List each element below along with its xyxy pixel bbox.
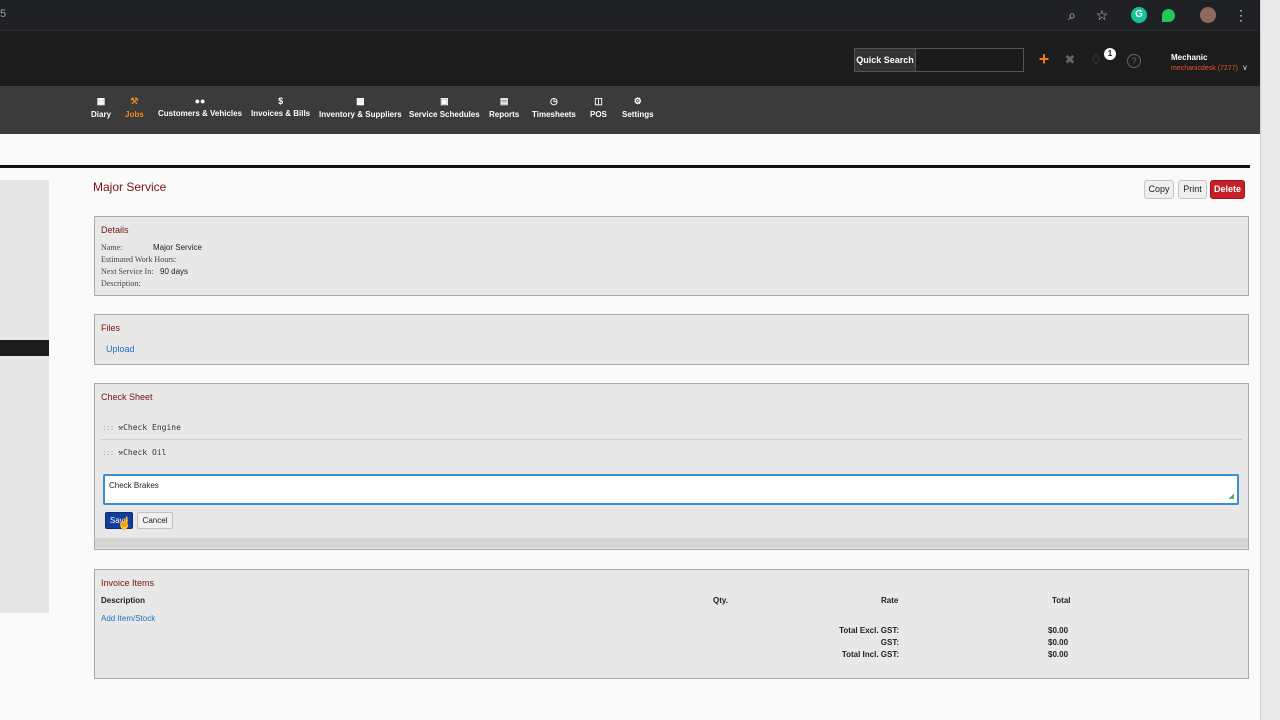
inventory-icon: ▩ <box>356 96 365 106</box>
gst-label: GST: <box>880 638 899 647</box>
nav-item-diary[interactable]: ▦ Diary <box>91 96 111 119</box>
gear-icon: ⚙ <box>633 96 642 106</box>
pointer-cursor-icon: ☝ <box>117 516 132 530</box>
details-title: Details <box>101 225 129 235</box>
profile-avatar-icon[interactable] <box>1200 7 1216 23</box>
nav-item-customers-vehicles[interactable]: ●● Customers & Vehicles <box>158 96 242 118</box>
files-panel: Files Upload <box>94 314 1249 365</box>
total-incl-gst-value: $0.00 <box>1048 650 1069 659</box>
nav-item-jobs[interactable]: ⚒ Jobs <box>125 96 144 119</box>
name-value: Major Service <box>153 243 202 252</box>
calendar-icon: ▦ <box>96 96 106 106</box>
nav-item-invoices-bills[interactable]: $ Invoices & Bills <box>251 96 310 118</box>
nav-item-inventory-suppliers[interactable]: ▩ Inventory & Suppliers <box>319 96 402 119</box>
wrench-icon: ⚒ <box>130 96 139 106</box>
quick-search-input[interactable] <box>916 48 1024 72</box>
add-new-icon[interactable]: + <box>1036 50 1052 68</box>
hours-label: Estimated Work Hours: <box>101 255 177 264</box>
add-item-link[interactable]: Add Item/Stock <box>101 614 155 623</box>
tab-fragment: 5 <box>0 8 7 20</box>
nav-item-label: Diary <box>91 110 112 119</box>
nav-item-settings[interactable]: ⚙ Settings <box>622 96 654 119</box>
upload-link[interactable]: Upload <box>106 344 135 354</box>
nav-item-label: Invoices & Bills <box>251 109 311 118</box>
total-incl-gst-label: Total Incl. GST: <box>841 650 899 659</box>
next-service-value: 90 days <box>160 267 189 276</box>
rate-column-header: Rate <box>881 596 899 605</box>
next-service-label: Next Service In: <box>101 267 154 276</box>
clock-icon: ◷ <box>550 96 558 106</box>
delete-button[interactable]: Delete <box>1210 180 1245 199</box>
total-excl-gst-value: $0.00 <box>1048 626 1069 635</box>
users-icon: ●● <box>194 96 206 106</box>
browser-toolbar: 5 ⌕ ☆ G ⋮ <box>0 0 1260 30</box>
nav-item-label: Timesheets <box>532 110 576 119</box>
nav-item-label: Settings <box>622 110 654 119</box>
description-column-header: Description <box>101 596 146 605</box>
invoice-items-title: Invoice Items <box>101 578 155 588</box>
total-excl-gst-label: Total Excl. GST: <box>839 626 899 635</box>
green-leaf-extension-icon[interactable] <box>1162 9 1175 22</box>
grammarly-extension-icon[interactable]: G <box>1131 7 1147 23</box>
tools-icon[interactable]: ✖ <box>1062 52 1078 68</box>
main-nav: ▦ Diary ⚒ Jobs ●● Customers & Vehicles $… <box>0 86 1260 134</box>
quick-search-label[interactable]: Quick Search <box>854 48 916 72</box>
dollar-icon: $ <box>278 96 284 106</box>
nav-item-label: Reports <box>489 110 520 119</box>
divider <box>0 165 1250 168</box>
search-icon[interactable]: ⌕ <box>1064 7 1080 23</box>
drag-handle-icon[interactable]: ::: <box>102 423 114 432</box>
chevron-down-icon[interactable]: ∨ <box>1242 63 1248 72</box>
nav-item-label: Inventory & Suppliers <box>319 110 402 119</box>
check-item[interactable]: ::: ⚒Check Oil <box>102 448 166 457</box>
check-sheet-title: Check Sheet <box>101 392 153 402</box>
nav-item-pos[interactable]: ◫ POS <box>590 96 607 119</box>
nav-item-label: Service Schedules <box>409 110 480 119</box>
copy-button[interactable]: Copy <box>1144 180 1174 199</box>
window-scrollbar[interactable] <box>1260 0 1280 720</box>
calendar-check-icon: ▣ <box>440 96 449 106</box>
page-title: Major Service <box>93 180 167 194</box>
check-item-label: Check Engine <box>123 423 181 432</box>
user-name[interactable]: Mechanic <box>1171 53 1207 62</box>
nav-item-label: Jobs <box>125 110 144 119</box>
store-icon: ◫ <box>594 96 603 106</box>
details-panel: Details Name: Major Service Estimated Wo… <box>94 216 1249 296</box>
new-check-item-text: Check Brakes <box>109 481 159 490</box>
star-icon[interactable]: ☆ <box>1094 7 1110 23</box>
nav-item-label: Customers & Vehicles <box>158 109 243 118</box>
nav-item-reports[interactable]: ▤ Reports <box>489 96 519 119</box>
chart-icon: ▤ <box>499 96 509 106</box>
check-item[interactable]: ::: ⚒Check Engine <box>102 423 181 432</box>
divider <box>101 439 1242 440</box>
new-check-item-input[interactable]: Check Brakes ◢ <box>103 474 1239 505</box>
resize-grip-icon[interactable]: ◢ <box>1229 492 1234 500</box>
print-button[interactable]: Print <box>1178 180 1207 199</box>
panel-footer <box>95 538 1248 548</box>
nav-item-service-schedules[interactable]: ▣ Service Schedules <box>409 96 480 119</box>
name-label: Name: <box>101 243 123 252</box>
more-menu-icon[interactable]: ⋮ <box>1233 7 1249 23</box>
qty-column-header: Qty. <box>713 596 728 605</box>
side-panel-active-item[interactable] <box>0 340 49 356</box>
side-panel <box>0 180 49 613</box>
description-label: Description: <box>101 279 141 288</box>
bell-icon[interactable]: ♢ <box>1088 52 1104 68</box>
files-title: Files <box>101 323 121 333</box>
notification-badge: 1 <box>1104 48 1116 60</box>
nav-item-label: POS <box>590 110 607 119</box>
user-account[interactable]: mechanicdesk (7277) <box>1171 65 1238 72</box>
check-item-label: Check Oil <box>123 448 167 457</box>
total-column-header: Total <box>1052 596 1071 605</box>
drag-handle-icon[interactable]: ::: <box>102 448 114 457</box>
check-sheet-panel: Check Sheet ::: ⚒Check Engine ::: ⚒Check… <box>94 383 1249 550</box>
invoice-items-panel: Invoice Items Description Qty. Rate Tota… <box>94 569 1249 679</box>
gst-value: $0.00 <box>1048 638 1069 647</box>
help-icon[interactable]: ? <box>1127 54 1141 68</box>
cancel-button[interactable]: Cancel <box>137 512 173 529</box>
nav-item-timesheets[interactable]: ◷ Timesheets <box>532 96 576 119</box>
